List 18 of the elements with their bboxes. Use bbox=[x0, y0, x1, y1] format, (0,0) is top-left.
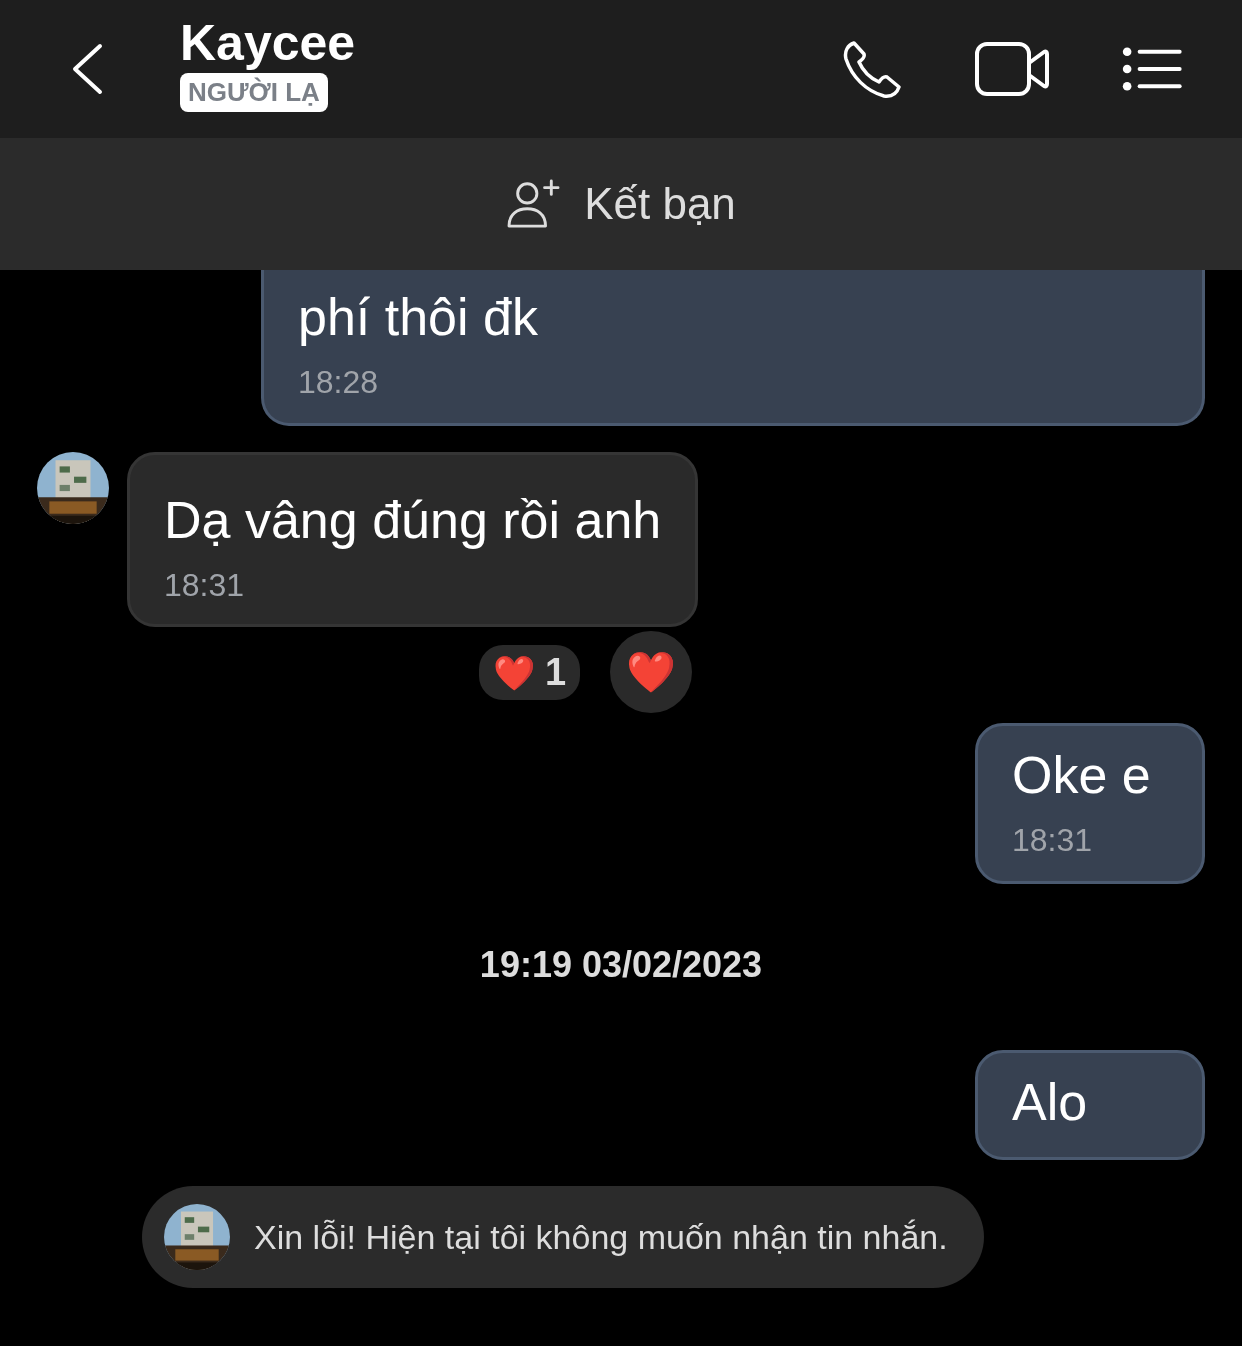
back-icon[interactable] bbox=[70, 43, 104, 95]
add-friend-button[interactable]: Kết bạn bbox=[0, 138, 1242, 270]
message-time: 18:31 bbox=[164, 567, 246, 604]
message-time: 18:31 bbox=[1012, 822, 1094, 859]
contact-name: Kaycee bbox=[180, 14, 356, 71]
message-text: Dạ vâng đúng rồi anh bbox=[164, 490, 662, 551]
message-time: 18:28 bbox=[298, 364, 380, 401]
notice-text: Xin lỗi! Hiện tại tôi không muốn nhận tin nhắn. bbox=[254, 1217, 948, 1257]
date-separator: 19:19 03/02/2023 bbox=[478, 944, 764, 986]
message-text: Oke e bbox=[1012, 745, 1152, 806]
message-text: Alo bbox=[1012, 1072, 1089, 1133]
reaction-button[interactable]: ❤ bbox=[610, 631, 693, 713]
stranger-label: NGƯỜI LẠ bbox=[180, 72, 328, 112]
video-camera-icon[interactable] bbox=[974, 41, 1050, 97]
menu-icon[interactable] bbox=[1122, 47, 1182, 91]
message-text: phí thôi đk bbox=[298, 287, 539, 348]
reaction-count[interactable]: ❤ 1 bbox=[478, 644, 581, 700]
phone-icon[interactable] bbox=[842, 39, 902, 99]
